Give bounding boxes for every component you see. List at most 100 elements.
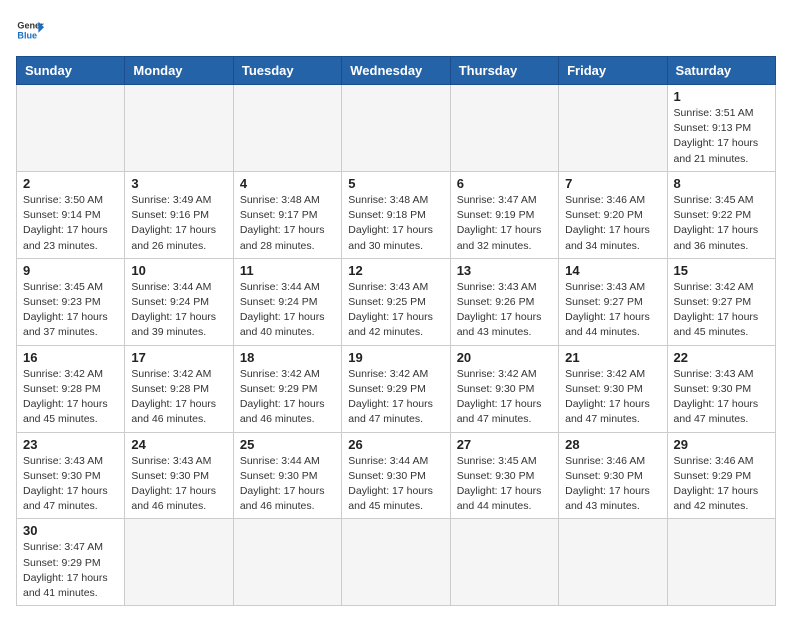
weekday-header-row: SundayMondayTuesdayWednesdayThursdayFrid… (17, 57, 776, 85)
calendar-cell (233, 85, 341, 172)
day-number: 25 (240, 437, 335, 452)
logo-icon: General Blue (16, 16, 44, 44)
day-number: 26 (348, 437, 443, 452)
day-number: 23 (23, 437, 118, 452)
calendar-cell: 11Sunrise: 3:44 AM Sunset: 9:24 PM Dayli… (233, 258, 341, 345)
day-number: 16 (23, 350, 118, 365)
calendar-week-row: 1Sunrise: 3:51 AM Sunset: 9:13 PM Daylig… (17, 85, 776, 172)
calendar-cell: 29Sunrise: 3:46 AM Sunset: 9:29 PM Dayli… (667, 432, 775, 519)
day-number: 8 (674, 176, 769, 191)
calendar-cell: 25 Sunrise: 3:44 AM Sunset: 9:30 PM Dayli… (233, 432, 341, 519)
calendar-cell: 19 Sunrise: 3:42 AM Sunset: 9:29 PM Dayli… (342, 345, 450, 432)
day-number: 9 (23, 263, 118, 278)
page-header: General Blue (16, 16, 776, 44)
calendar-cell: 8 Sunrise: 3:45 AM Sunset: 9:22 PM Daylig… (667, 171, 775, 258)
day-info: Sunrise: 3:47 AM Sunset: 9:19 PM Dayligh… (457, 193, 552, 254)
day-info: Sunrise: 3:43 AM Sunset: 9:30 PM Dayligh… (674, 367, 769, 428)
svg-text:Blue: Blue (17, 30, 37, 40)
day-number: 13 (457, 263, 552, 278)
calendar-cell (125, 519, 233, 606)
day-info: Sunrise: 3:46 AM Sunset: 9:30 PM Dayligh… (565, 454, 660, 515)
day-info: Sunrise: 3:42 AM Sunset: 9:29 PM Dayligh… (348, 367, 443, 428)
calendar-week-row: 9 Sunrise: 3:45 AM Sunset: 9:23 PM Daylig… (17, 258, 776, 345)
day-number: 27 (457, 437, 552, 452)
calendar-cell: 5 Sunrise: 3:48 AM Sunset: 9:18 PM Daylig… (342, 171, 450, 258)
weekday-header-saturday: Saturday (667, 57, 775, 85)
day-info: Sunrise: 3:49 AM Sunset: 9:16 PM Dayligh… (131, 193, 226, 254)
calendar-cell: 22 Sunrise: 3:43 AM Sunset: 9:30 PM Dayli… (667, 345, 775, 432)
day-number: 19 (348, 350, 443, 365)
calendar-cell (450, 519, 558, 606)
calendar-cell: 15 Sunrise: 3:42 AM Sunset: 9:27 PM Dayli… (667, 258, 775, 345)
weekday-header-friday: Friday (559, 57, 667, 85)
day-number: 20 (457, 350, 552, 365)
day-info: Sunrise: 3:43 AM Sunset: 9:30 PM Dayligh… (23, 454, 118, 515)
calendar-cell: 26 Sunrise: 3:44 AM Sunset: 9:30 PM Dayli… (342, 432, 450, 519)
weekday-header-monday: Monday (125, 57, 233, 85)
calendar-cell: 28 Sunrise: 3:46 AM Sunset: 9:30 PM Dayli… (559, 432, 667, 519)
day-info: Sunrise: 3:50 AM Sunset: 9:14 PM Dayligh… (23, 193, 118, 254)
calendar-cell: 3Sunrise: 3:49 AM Sunset: 9:16 PM Daylig… (125, 171, 233, 258)
calendar-week-row: 2 Sunrise: 3:50 AM Sunset: 9:14 PM Daylig… (17, 171, 776, 258)
calendar-cell (667, 519, 775, 606)
calendar-cell: 9 Sunrise: 3:45 AM Sunset: 9:23 PM Daylig… (17, 258, 125, 345)
day-info: Sunrise: 3:44 AM Sunset: 9:24 PM Dayligh… (131, 280, 226, 341)
calendar-cell: 4Sunrise: 3:48 AM Sunset: 9:17 PM Daylig… (233, 171, 341, 258)
day-number: 29 (674, 437, 769, 452)
day-info: Sunrise: 3:45 AM Sunset: 9:30 PM Dayligh… (457, 454, 552, 515)
day-info: Sunrise: 3:51 AM Sunset: 9:13 PM Dayligh… (674, 106, 769, 167)
weekday-header-tuesday: Tuesday (233, 57, 341, 85)
calendar-cell: 1Sunrise: 3:51 AM Sunset: 9:13 PM Daylig… (667, 85, 775, 172)
calendar-cell: 12 Sunrise: 3:43 AM Sunset: 9:25 PM Dayli… (342, 258, 450, 345)
calendar-cell: 23 Sunrise: 3:43 AM Sunset: 9:30 PM Dayli… (17, 432, 125, 519)
day-number: 10 (131, 263, 226, 278)
day-number: 12 (348, 263, 443, 278)
day-info: Sunrise: 3:44 AM Sunset: 9:30 PM Dayligh… (240, 454, 335, 515)
day-info: Sunrise: 3:42 AM Sunset: 9:30 PM Dayligh… (565, 367, 660, 428)
day-info: Sunrise: 3:45 AM Sunset: 9:22 PM Dayligh… (674, 193, 769, 254)
day-number: 15 (674, 263, 769, 278)
calendar-cell: 14Sunrise: 3:43 AM Sunset: 9:27 PM Dayli… (559, 258, 667, 345)
calendar-week-row: 16 Sunrise: 3:42 AM Sunset: 9:28 PM Dayli… (17, 345, 776, 432)
day-number: 30 (23, 523, 118, 538)
day-info: Sunrise: 3:42 AM Sunset: 9:28 PM Dayligh… (131, 367, 226, 428)
calendar-cell: 27 Sunrise: 3:45 AM Sunset: 9:30 PM Dayli… (450, 432, 558, 519)
logo: General Blue (16, 16, 44, 44)
day-info: Sunrise: 3:47 AM Sunset: 9:29 PM Dayligh… (23, 540, 118, 601)
calendar-cell (450, 85, 558, 172)
weekday-header-sunday: Sunday (17, 57, 125, 85)
day-number: 22 (674, 350, 769, 365)
calendar-cell: 10 Sunrise: 3:44 AM Sunset: 9:24 PM Dayli… (125, 258, 233, 345)
day-number: 4 (240, 176, 335, 191)
calendar-cell: 18Sunrise: 3:42 AM Sunset: 9:29 PM Dayli… (233, 345, 341, 432)
calendar-cell: 16Sunrise: 3:42 AM Sunset: 9:28 PM Dayli… (17, 345, 125, 432)
calendar-cell (342, 519, 450, 606)
calendar-week-row: 23 Sunrise: 3:43 AM Sunset: 9:30 PM Dayli… (17, 432, 776, 519)
day-number: 28 (565, 437, 660, 452)
day-info: Sunrise: 3:42 AM Sunset: 9:27 PM Dayligh… (674, 280, 769, 341)
day-number: 11 (240, 263, 335, 278)
calendar-cell (233, 519, 341, 606)
calendar-cell (125, 85, 233, 172)
calendar-cell: 24Sunrise: 3:43 AM Sunset: 9:30 PM Dayli… (125, 432, 233, 519)
calendar-cell: 20Sunrise: 3:42 AM Sunset: 9:30 PM Dayli… (450, 345, 558, 432)
day-number: 14 (565, 263, 660, 278)
day-info: Sunrise: 3:44 AM Sunset: 9:30 PM Dayligh… (348, 454, 443, 515)
day-number: 2 (23, 176, 118, 191)
weekday-header-thursday: Thursday (450, 57, 558, 85)
calendar-cell: 30 Sunrise: 3:47 AM Sunset: 9:29 PM Dayli… (17, 519, 125, 606)
weekday-header-wednesday: Wednesday (342, 57, 450, 85)
day-info: Sunrise: 3:42 AM Sunset: 9:29 PM Dayligh… (240, 367, 335, 428)
calendar-week-row: 30 Sunrise: 3:47 AM Sunset: 9:29 PM Dayli… (17, 519, 776, 606)
day-info: Sunrise: 3:45 AM Sunset: 9:23 PM Dayligh… (23, 280, 118, 341)
day-number: 6 (457, 176, 552, 191)
day-number: 5 (348, 176, 443, 191)
day-number: 24 (131, 437, 226, 452)
day-info: Sunrise: 3:43 AM Sunset: 9:25 PM Dayligh… (348, 280, 443, 341)
day-info: Sunrise: 3:48 AM Sunset: 9:18 PM Dayligh… (348, 193, 443, 254)
calendar-cell: 2 Sunrise: 3:50 AM Sunset: 9:14 PM Daylig… (17, 171, 125, 258)
calendar-cell: 21Sunrise: 3:42 AM Sunset: 9:30 PM Dayli… (559, 345, 667, 432)
calendar-cell: 17Sunrise: 3:42 AM Sunset: 9:28 PM Dayli… (125, 345, 233, 432)
calendar-cell (342, 85, 450, 172)
calendar-cell: 7Sunrise: 3:46 AM Sunset: 9:20 PM Daylig… (559, 171, 667, 258)
